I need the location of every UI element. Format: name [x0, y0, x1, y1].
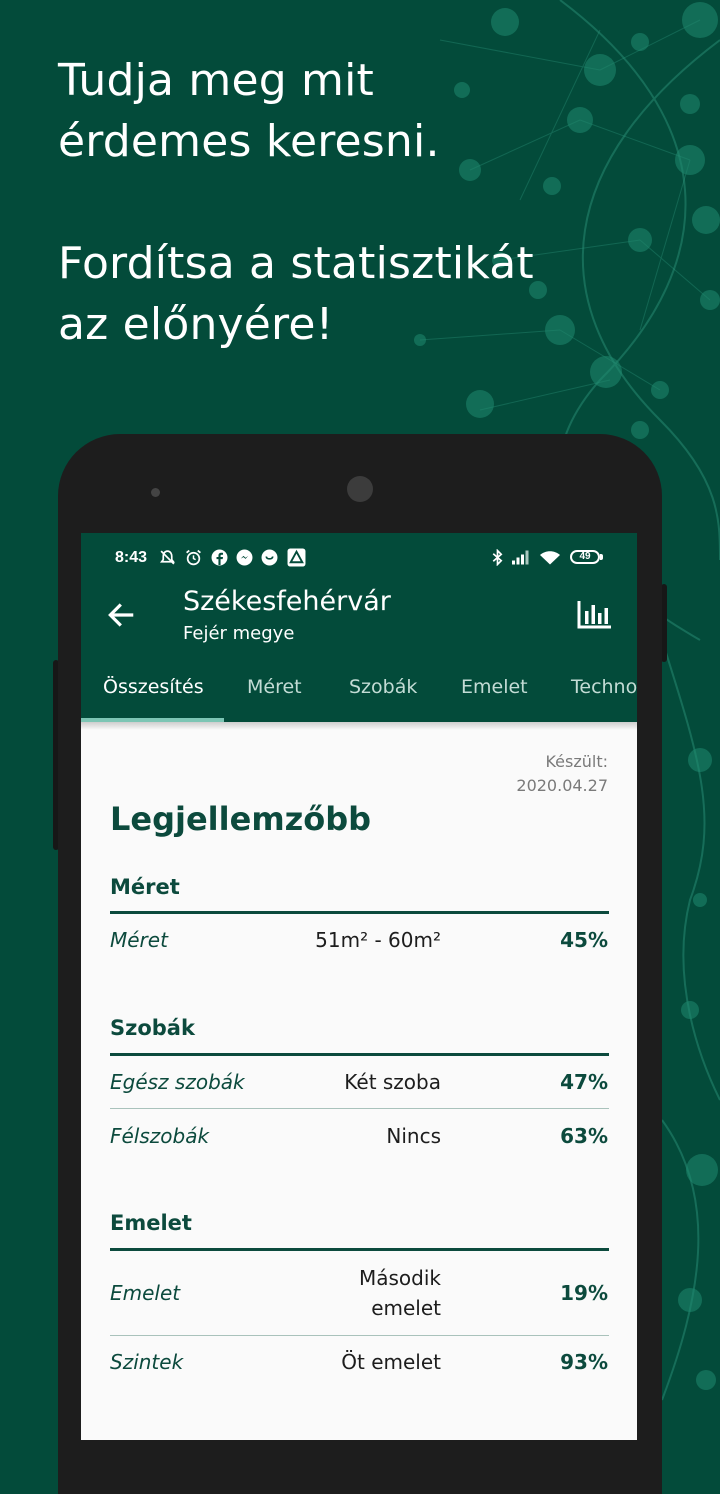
signal-icon [512, 550, 529, 565]
tab-meret[interactable]: Méret [247, 676, 302, 698]
tab-emelet[interactable]: Emelet [461, 676, 528, 698]
row-percent: 19% [560, 1281, 608, 1305]
section-title-meret: Méret [110, 875, 180, 899]
section-title-emelet: Emelet [110, 1211, 192, 1235]
section-title-szobak: Szobák [110, 1016, 195, 1040]
row-percent: 45% [560, 928, 608, 952]
alarm-icon [186, 549, 201, 566]
battery-nub [600, 554, 603, 560]
chat-icon [236, 549, 253, 566]
battery-icon: 49 [570, 550, 600, 564]
phone-camera [347, 476, 373, 502]
section-divider [110, 1248, 609, 1251]
section-heading: Legjellemzőbb [110, 800, 372, 838]
row-label: Egész szobák [110, 1070, 245, 1094]
section-divider [110, 911, 609, 914]
app-screen: 8:43 49 Székesfehérvár Fejér megye Össze… [81, 533, 637, 1440]
page-subtitle: Fejér megye [183, 623, 295, 644]
row-divider [110, 1108, 609, 1109]
section-divider [110, 1053, 609, 1056]
row-label: Szintek [110, 1350, 184, 1374]
app-icon [261, 549, 278, 566]
row-divider [110, 1335, 609, 1336]
row-label: Méret [110, 928, 168, 952]
promo-text: Tudja meg mit érdemes keresni. Fordítsa … [58, 50, 534, 355]
row-value: Nincs [386, 1124, 441, 1148]
phone-speaker [151, 488, 160, 497]
promo-line-2: érdemes keresni. [58, 116, 440, 167]
promo-line-1: Tudja meg mit [58, 55, 374, 106]
tab-techno[interactable]: Techno [571, 676, 637, 698]
wifi-icon [540, 551, 560, 565]
row-label: Félszobák [110, 1124, 210, 1148]
bluetooth-icon [492, 549, 503, 566]
drive-icon [287, 548, 306, 567]
row-percent: 93% [560, 1350, 608, 1374]
status-time: 8:43 [115, 549, 148, 566]
app-bar: 8:43 49 Székesfehérvár Fejér megye Össze… [81, 533, 637, 722]
row-value: Két szoba [344, 1070, 441, 1094]
status-bar: 8:43 49 [81, 533, 637, 585]
row-value-line-2: emelet [371, 1296, 441, 1320]
tab-szobak[interactable]: Szobák [349, 676, 417, 698]
row-value: 51m² - 60m² [315, 928, 441, 952]
promo-line-3: Fordítsa a statisztikát [58, 238, 534, 289]
tab-osszesites[interactable]: Összesítés [103, 676, 204, 698]
arrow-back-icon[interactable] [105, 599, 137, 631]
bar-chart-icon[interactable] [577, 599, 613, 629]
row-value-line-1: Második [358, 1266, 441, 1290]
battery-level: 49 [579, 551, 591, 562]
row-label: Emelet [110, 1281, 181, 1305]
facebook-icon [211, 549, 228, 566]
created-label: Készült: [545, 752, 608, 771]
row-percent: 63% [560, 1124, 608, 1148]
created-date: 2020.04.27 [516, 776, 608, 795]
row-value: Öt emelet [341, 1350, 441, 1374]
mute-icon [159, 550, 176, 565]
page-title: Székesfehérvár [183, 586, 391, 617]
row-percent: 47% [560, 1070, 608, 1094]
promo-line-4: az előnyére! [58, 299, 334, 350]
